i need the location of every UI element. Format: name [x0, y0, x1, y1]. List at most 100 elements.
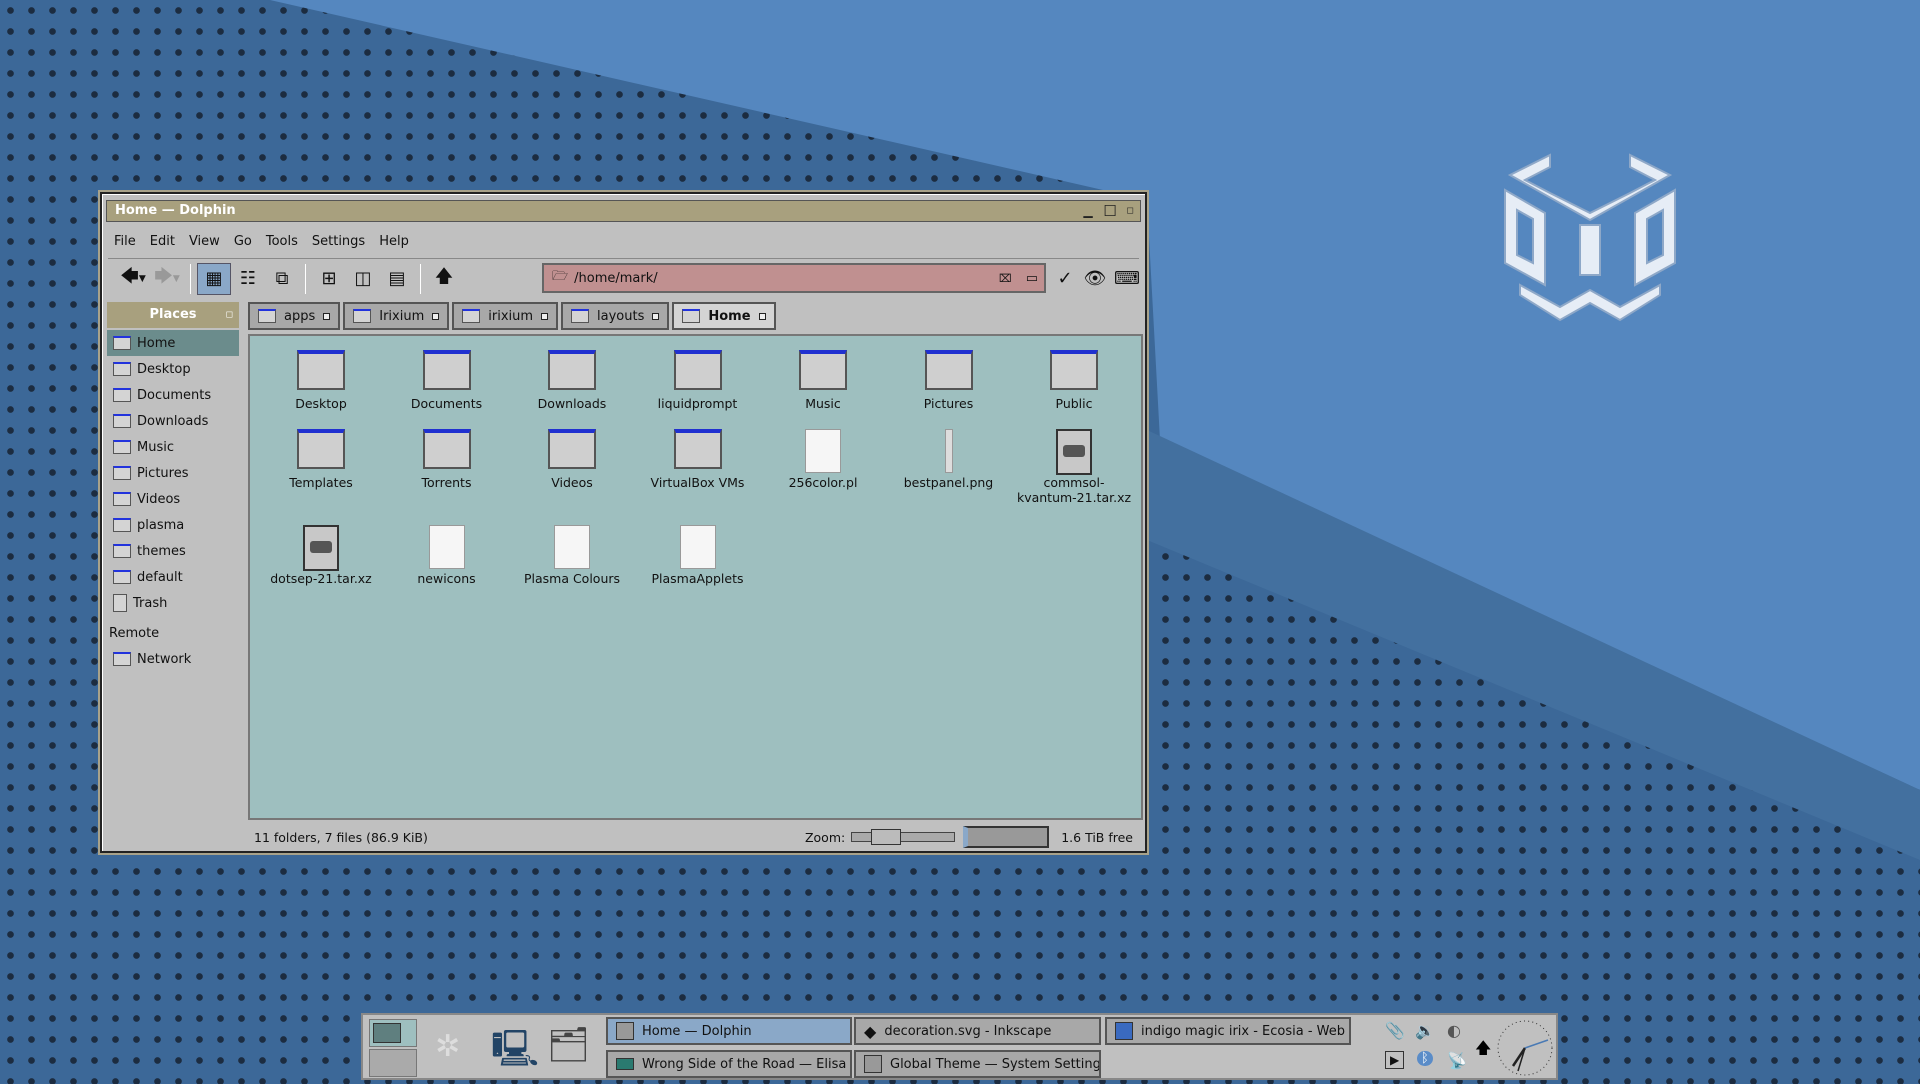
tab-home[interactable]: Home — [672, 302, 776, 330]
file-item[interactable]: bestpanel.png — [889, 429, 1009, 490]
file-item[interactable]: PlasmaApplets — [638, 525, 758, 586]
menu-file[interactable]: File — [108, 232, 144, 252]
place-label: Home — [137, 335, 176, 351]
bluetooth-icon[interactable]: ᛒ — [1417, 1051, 1433, 1066]
place-plasma[interactable]: plasma — [107, 512, 239, 538]
network-icon — [113, 652, 131, 666]
task-elisa[interactable]: Wrong Side of the Road — Elisa🔊 — [606, 1050, 852, 1078]
network-icon[interactable]: 📡 — [1447, 1051, 1467, 1070]
tab-irixium[interactable]: irixium — [452, 302, 559, 330]
zoom-slider[interactable] — [851, 829, 956, 845]
folder-icon — [548, 350, 596, 390]
paperclip-icon[interactable]: 📎 — [1385, 1021, 1405, 1040]
panel-close-icon[interactable]: ◻ — [226, 302, 233, 328]
file-item[interactable]: Plasma Colours — [512, 525, 632, 586]
volume-icon[interactable]: 🔉 — [1415, 1021, 1435, 1040]
place-videos[interactable]: Videos — [107, 486, 239, 512]
media-play-icon[interactable]: ▶ — [1385, 1051, 1405, 1069]
tab-label: apps — [284, 308, 316, 324]
compact-view-button[interactable]: ☷ — [231, 263, 265, 295]
tab-close-icon[interactable] — [652, 312, 660, 320]
file-item[interactable]: newicons — [387, 525, 507, 586]
file-item[interactable]: VirtualBox VMs — [638, 429, 758, 490]
tab-close-icon[interactable] — [541, 312, 549, 320]
file-item[interactable]: dotsep-21.tar.xz — [261, 525, 381, 586]
tab-apps[interactable]: apps — [248, 302, 341, 330]
icons-view-button[interactable]: ▦ — [197, 262, 231, 295]
place-documents[interactable]: Documents — [107, 382, 239, 408]
menu-edit[interactable]: Edit — [144, 232, 183, 252]
task-dolphin[interactable]: Home — Dolphin — [606, 1017, 852, 1045]
new-folder-button[interactable]: ⊞ — [312, 263, 346, 295]
preview-button[interactable]: ▤ — [380, 263, 414, 295]
tab-irixium-upper[interactable]: Irixium — [343, 302, 450, 330]
title-bar[interactable]: Home — Dolphin ▁ ☐ ◻ — [106, 200, 1141, 222]
minimize-button[interactable]: ▁ — [1080, 203, 1096, 219]
file-item[interactable]: Pictures — [889, 350, 1009, 411]
file-item[interactable]: Torrents — [387, 429, 507, 490]
menu-view[interactable]: View — [183, 232, 228, 252]
file-item[interactable]: Templates — [261, 429, 381, 490]
maximize-button[interactable]: ☐ — [1102, 203, 1118, 219]
file-name: newicons — [417, 571, 476, 586]
menu-help[interactable]: Help — [373, 232, 417, 252]
task-system-settings[interactable]: Global Theme — System Settings — [854, 1050, 1101, 1078]
tab-layouts[interactable]: layouts — [561, 302, 670, 330]
place-themes[interactable]: themes — [107, 538, 239, 564]
file-item[interactable]: commsol-kvantum-21.tar.xz — [1014, 429, 1134, 505]
accept-location-button[interactable]: ✓ — [1048, 263, 1082, 295]
night-color-icon[interactable]: ◐ — [1447, 1021, 1461, 1040]
place-pictures[interactable]: Pictures — [107, 460, 239, 486]
up-button[interactable]: 🡅 — [427, 263, 461, 295]
launcher-menu-icon[interactable]: ✲ — [435, 1029, 460, 1064]
file-view[interactable]: Desktop Documents Downloads liquidprompt Mus… — [248, 334, 1143, 820]
place-desktop[interactable]: Desktop — [107, 356, 239, 382]
place-music[interactable]: Music — [107, 434, 239, 460]
web-browser-launcher-icon[interactable]: 🖳 — [491, 1023, 539, 1084]
menu-tools[interactable]: Tools — [260, 232, 306, 252]
split-view-button[interactable]: ◫ — [346, 263, 380, 295]
file-item[interactable]: liquidprompt — [638, 350, 758, 411]
menu-settings[interactable]: Settings — [306, 232, 373, 252]
clear-icon[interactable]: ⌧ — [999, 272, 1012, 285]
tab-close-icon[interactable] — [758, 312, 766, 320]
tab-close-icon[interactable] — [323, 312, 331, 320]
collapse-icon[interactable]: ▭ — [1026, 271, 1038, 286]
file-manager-launcher-icon[interactable]: 🗂 — [547, 1025, 590, 1065]
file-item[interactable]: Videos — [512, 429, 632, 490]
place-downloads[interactable]: Downloads — [107, 408, 239, 434]
analog-clock[interactable] — [1496, 1019, 1554, 1077]
file-item[interactable]: Downloads — [512, 350, 632, 411]
place-label: Documents — [137, 387, 212, 403]
file-item[interactable]: 256color.pl — [763, 429, 883, 490]
zoom-slider-handle[interactable] — [870, 829, 901, 845]
location-path[interactable]: /home/mark/ — [574, 271, 999, 286]
place-trash[interactable]: Trash — [107, 590, 239, 616]
place-home[interactable]: Home — [107, 330, 239, 356]
folder-icon — [462, 309, 481, 323]
forward-button[interactable]: 🡆 ▼ — [150, 263, 184, 295]
file-item[interactable]: Music — [763, 350, 883, 411]
image-file-icon — [944, 429, 953, 473]
close-button[interactable]: ◻ — [1122, 203, 1138, 219]
show-hidden-tray-icon[interactable]: 🡅 — [1475, 1037, 1491, 1064]
pager-desktop-2[interactable] — [369, 1049, 417, 1077]
task-browser[interactable]: indigo magic irix - Ecosia - Web - Vi... — [1105, 1017, 1351, 1045]
location-bar[interactable]: 🗁 /home/mark/ ⌧ ▭ — [542, 263, 1046, 293]
pager-desktop-1[interactable] — [369, 1019, 417, 1047]
file-item[interactable]: Documents — [387, 350, 507, 411]
back-button[interactable]: 🡄 ▼ — [116, 263, 150, 295]
show-hidden-button[interactable]: 👁 — [1078, 263, 1112, 295]
folder-icon — [571, 309, 590, 323]
task-inkscape[interactable]: ◆ decoration.svg - Inkscape — [854, 1017, 1101, 1045]
place-network[interactable]: Network — [107, 646, 239, 672]
icon-wrapper — [1050, 350, 1098, 390]
task-label: decoration.svg - Inkscape — [884, 1023, 1052, 1039]
place-default[interactable]: default — [107, 564, 239, 590]
tab-close-icon[interactable] — [432, 312, 440, 320]
file-item[interactable]: Public — [1014, 350, 1134, 411]
file-item[interactable]: Desktop — [261, 350, 381, 411]
menu-go[interactable]: Go — [228, 232, 260, 252]
terminal-button[interactable]: ⌨ — [1110, 263, 1144, 295]
details-view-button[interactable]: ⧉ — [265, 263, 299, 295]
